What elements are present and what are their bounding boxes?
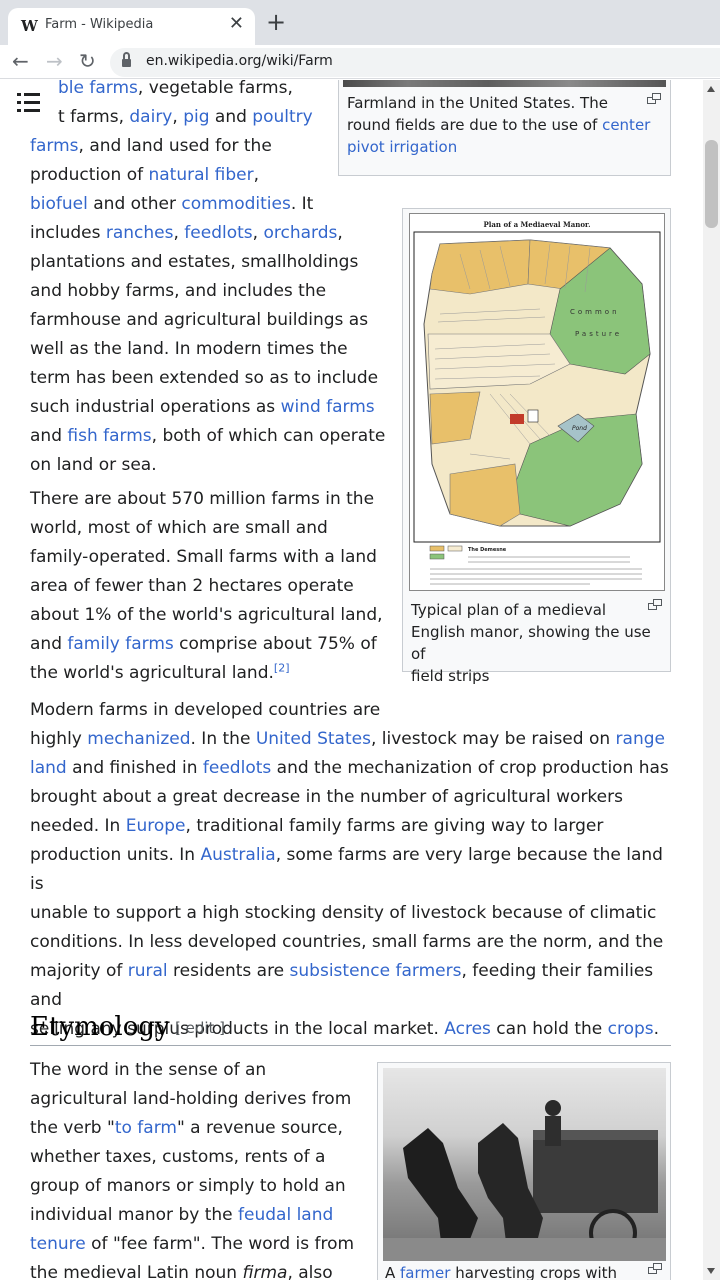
link-center-pivot[interactable]: center: [602, 116, 650, 134]
svg-text:The Demesne: The Demesne: [468, 547, 507, 553]
link-rural[interactable]: rural: [128, 961, 168, 981]
manor-map-drawing: Plan of a Mediaeval Manor. Pond Common P…: [413, 220, 661, 585]
svg-text:Pasture: Pasture: [575, 330, 622, 338]
link-farmer[interactable]: farmer: [400, 1264, 450, 1280]
farmland-image[interactable]: [343, 80, 666, 87]
figure-caption: Farmland in the United States. The round…: [347, 94, 651, 156]
heading-text: Etymology: [30, 1012, 170, 1042]
link-pig[interactable]: pig: [183, 107, 209, 127]
farmer-photo[interactable]: [383, 1068, 666, 1261]
figure-caption: A farmer harvesting crops with: [385, 1264, 618, 1280]
link-range-land[interactable]: land: [30, 758, 67, 778]
figure-farmer: A farmer harvesting crops with: [377, 1062, 671, 1280]
figure-caption: Typical plan of a medieval English manor…: [411, 601, 651, 685]
link-pivot-irrigation[interactable]: pivot irrigation: [347, 138, 457, 156]
tab-strip: W Farm - Wikipedia ✕ +: [0, 0, 720, 45]
address-bar[interactable]: en.wikipedia.org/wiki/Farm: [110, 48, 720, 77]
link-mechanized[interactable]: mechanized: [87, 729, 190, 749]
figure-medieval-manor: Plan of a Mediaeval Manor. Pond Common P…: [402, 208, 671, 685]
link-united-states[interactable]: United States: [256, 729, 371, 749]
browser-tab[interactable]: W Farm - Wikipedia ✕: [8, 8, 255, 45]
link-feedlots[interactable]: feedlots: [184, 223, 252, 243]
back-arrow-icon[interactable]: ←: [12, 48, 29, 74]
scrollbar-thumb[interactable]: [705, 140, 718, 228]
article-paragraph-3: Modern farms in developed countries are …: [30, 700, 669, 1039]
link-australia[interactable]: Australia: [200, 845, 275, 865]
tab-title: Farm - Wikipedia: [45, 17, 154, 32]
link-range[interactable]: range: [616, 729, 665, 749]
link-feedlots-2[interactable]: feedlots: [203, 758, 271, 778]
link-arable-farms[interactable]: ble farms: [58, 80, 138, 98]
svg-text:Pond: Pond: [572, 425, 587, 432]
link-ranches[interactable]: ranches: [106, 223, 174, 243]
close-icon[interactable]: ✕: [229, 14, 244, 34]
forward-arrow-icon[interactable]: →: [46, 48, 63, 74]
scrollbar[interactable]: [703, 80, 720, 1280]
link-subsistence-farmers[interactable]: subsistence farmers: [290, 961, 462, 981]
scroll-up-arrow-icon[interactable]: [707, 86, 715, 92]
link-natural-fiber[interactable]: natural fiber: [148, 165, 253, 185]
article-paragraph-4: The word in the sense of an agricultural…: [30, 1060, 355, 1280]
figure-farmland: Farmland in the United States. The round…: [338, 80, 671, 176]
link-tenure[interactable]: tenure: [30, 1234, 86, 1254]
citation-link[interactable]: [2]: [274, 661, 290, 674]
section-heading-etymology: Etymology [ edit ]: [30, 1010, 671, 1046]
lock-icon: [122, 52, 131, 67]
link-europe[interactable]: Europe: [126, 816, 186, 836]
article-page: ble farms, vegetable farms, t farms, dai…: [0, 80, 720, 1280]
link-poultry-farms[interactable]: farms: [30, 136, 79, 156]
url-text[interactable]: en.wikipedia.org/wiki/Farm: [146, 53, 333, 69]
plus-icon[interactable]: +: [266, 10, 286, 34]
edit-section-link[interactable]: [ edit ]: [175, 1019, 225, 1037]
wikipedia-favicon-icon: W: [21, 17, 38, 35]
article-paragraph-2: There are about 570 million farms in the…: [30, 489, 383, 683]
menu-icon[interactable]: [17, 92, 41, 114]
link-poultry[interactable]: poultry: [252, 107, 312, 127]
browser-toolbar: ← → ↻ en.wikipedia.org/wiki/Farm: [0, 45, 720, 79]
link-biofuel[interactable]: biofuel: [30, 194, 88, 214]
svg-text:Common: Common: [570, 308, 620, 316]
article-paragraph-1: ble farms, vegetable farms, t farms, dai…: [30, 80, 386, 475]
link-wind-farms[interactable]: wind farms: [281, 397, 375, 417]
link-dairy[interactable]: dairy: [129, 107, 172, 127]
reload-icon[interactable]: ↻: [79, 48, 96, 74]
enlarge-icon[interactable]: [648, 1263, 662, 1274]
link-family-farms[interactable]: family farms: [67, 634, 173, 654]
farmer-photo-drawing: [383, 1100, 666, 1261]
link-fish-farms[interactable]: fish farms: [67, 426, 151, 446]
link-feudal-land-tenure[interactable]: feudal land: [238, 1205, 333, 1225]
manor-plan-image[interactable]: Plan of a Mediaeval Manor. Pond Common P…: [409, 213, 665, 591]
link-to-farm[interactable]: to farm: [115, 1118, 177, 1138]
scroll-down-arrow-icon[interactable]: [707, 1268, 715, 1274]
manor-title: Plan of a Mediaeval Manor.: [483, 220, 590, 229]
link-orchards[interactable]: orchards: [263, 223, 337, 243]
link-commodities[interactable]: commodities: [181, 194, 291, 214]
